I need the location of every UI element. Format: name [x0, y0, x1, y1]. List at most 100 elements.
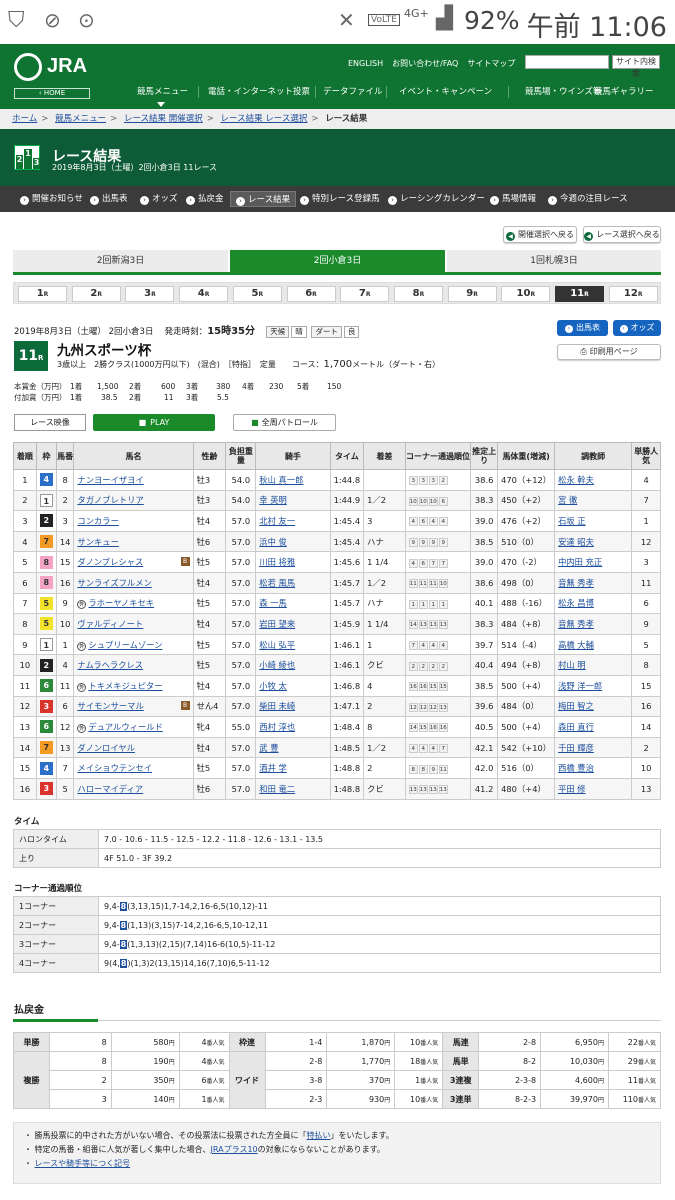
jockey-link[interactable]: 西村 淳也 [259, 722, 295, 732]
breadcrumb-race-select[interactable]: レース結果 レース選択 [221, 114, 308, 124]
race-tab-3[interactable]: 3R [125, 286, 175, 302]
trainer-link[interactable]: 音無 秀孝 [558, 578, 594, 588]
race-tab-8[interactable]: 8R [393, 286, 443, 302]
horse-name-link[interactable]: ナムラヘラクレス [77, 660, 143, 670]
race-tab-11[interactable]: 11R [555, 286, 604, 302]
trainer-link[interactable]: 平田 修 [558, 784, 586, 794]
trainer-link[interactable]: 千田 輝彦 [558, 743, 594, 753]
horse-name-link[interactable]: サンライズフルメン [77, 578, 151, 588]
nav-keiba-menu[interactable]: 競馬メニュー [137, 85, 188, 97]
faq-link[interactable]: お問い合わせ/FAQ [392, 59, 458, 68]
trainer-link[interactable]: 松永 昌博 [558, 598, 594, 608]
jockey-link[interactable]: 松山 弘平 [259, 640, 295, 650]
subnav-shutuba[interactable]: › 出馬表 [90, 191, 128, 207]
race-tab-7[interactable]: 7R [340, 286, 390, 302]
jockey-link[interactable]: 小牧 太 [259, 681, 287, 691]
horse-name-link[interactable]: ヴァルディノート [77, 619, 143, 629]
patrol-button[interactable]: ■ 全周パトロール [233, 414, 336, 431]
nav-datafile[interactable]: データファイル [323, 85, 383, 97]
nav-gallery[interactable]: 競馬ギャラリー [594, 85, 654, 97]
horse-name-link[interactable]: トキメキジュピター [88, 681, 162, 691]
trainer-link[interactable]: 高橋 大輔 [558, 640, 594, 650]
jockey-link[interactable]: 小崎 綾也 [259, 660, 295, 670]
search-input[interactable] [525, 55, 609, 69]
horse-name-link[interactable]: メイショウテンセイ [77, 763, 152, 773]
subnav-special[interactable]: › 特別レース登録馬 [300, 191, 380, 207]
jra-logo[interactable]: JRA [14, 53, 90, 81]
horse-name-link[interactable]: デュアルウィールド [88, 722, 162, 732]
race-tab-4[interactable]: 4R [179, 286, 229, 302]
trainer-link[interactable]: 宮 徹 [558, 495, 577, 505]
horse-name-link[interactable]: サイモンサーマル [77, 701, 143, 711]
trainer-link[interactable]: 梅田 智之 [558, 701, 594, 711]
jockey-link[interactable]: 川田 将雅 [259, 557, 295, 567]
shutuba-button[interactable]: › 出馬表 [557, 320, 608, 336]
play-button[interactable]: ■ PLAY [93, 414, 215, 431]
race-tab-12[interactable]: 12R [608, 286, 658, 302]
print-button[interactable]: ⎙ 印刷用ページ [557, 344, 661, 360]
horse-name-link[interactable]: ダノンロイヤル [77, 743, 135, 753]
subnav-notice[interactable]: › 開催お知らせ [20, 191, 83, 207]
jockey-link[interactable]: 武 豊 [259, 743, 278, 753]
race-tab-9[interactable]: 9R [447, 286, 497, 302]
race-tab-2[interactable]: 2R [71, 286, 121, 302]
trainer-link[interactable]: 安達 昭夫 [558, 537, 594, 547]
nav-vote[interactable]: 電話・インターネット投票 [208, 85, 310, 97]
jockey-link[interactable]: 岩田 望来 [259, 619, 295, 629]
subnav-track[interactable]: › 馬場情報 [490, 191, 536, 207]
race-tab-5[interactable]: 5R [232, 286, 282, 302]
venue-tab-sapporo[interactable]: 1回札幌3日 [447, 250, 661, 272]
jockey-link[interactable]: 浜中 俊 [259, 537, 287, 547]
trainer-link[interactable]: 松永 幹夫 [558, 475, 594, 485]
trainer-link[interactable]: 中内田 充正 [558, 557, 602, 567]
subnav-featured[interactable]: › 今週の注目レース [548, 191, 628, 207]
jockey-link[interactable]: 和田 竜二 [259, 784, 295, 794]
race-tab-1[interactable]: 1R [18, 286, 67, 302]
nav-racecourse[interactable]: 競馬場・ウインズ等 [525, 85, 601, 97]
venue-tab-niigata[interactable]: 2回新潟3日 [13, 250, 228, 272]
horse-name-link[interactable]: ハローマイディア [77, 784, 143, 794]
breadcrumb-menu[interactable]: 競馬メニュー [55, 114, 106, 124]
subnav-odds[interactable]: › オッズ [140, 191, 178, 207]
sitemap-link[interactable]: サイトマップ [467, 59, 515, 68]
horse-name-link[interactable]: ラホーヤノキセキ [88, 598, 154, 608]
nav-event[interactable]: イベント・キャンペーン [399, 85, 492, 97]
jockey-link[interactable]: 酒井 学 [259, 763, 287, 773]
odds-button[interactable]: › オッズ [613, 320, 661, 336]
race-tab-10[interactable]: 10R [501, 286, 551, 302]
jockey-link[interactable]: 森 一馬 [259, 598, 287, 608]
trainer-link[interactable]: 森田 直行 [558, 722, 594, 732]
english-link[interactable]: ENGLISH [348, 59, 383, 68]
jockey-link[interactable]: 秋山 真一郎 [259, 475, 303, 485]
subnav-payout[interactable]: › 払戻金 [186, 191, 224, 207]
jockey-link[interactable]: 柴田 未崎 [259, 701, 295, 711]
jockey-link[interactable]: 北村 友一 [259, 516, 295, 526]
subnav-calendar[interactable]: › レーシングカレンダー [388, 191, 485, 207]
home-button[interactable]: ‹ HOME [14, 88, 90, 99]
breadcrumb-venue-select[interactable]: レース結果 開催選択 [124, 114, 203, 124]
back-to-venue-button[interactable]: ◀ 開催選択へ戻る [503, 226, 577, 243]
jra-plus10-link[interactable]: JRAプラス10 [211, 1145, 258, 1154]
trainer-link[interactable]: 西橋 豊治 [558, 763, 594, 773]
horse-name-link[interactable]: タガノブレトリア [77, 495, 143, 505]
race-tab-6[interactable]: 6R [286, 286, 336, 302]
trainer-link[interactable]: 石坂 正 [558, 516, 586, 526]
horse-name-link[interactable]: シュプリームゾーン [88, 640, 162, 650]
payout-combination: 8 [48, 1051, 112, 1071]
jockey-link[interactable]: 松若 風馬 [259, 578, 295, 588]
horse-name-link[interactable]: ナンヨーイザヨイ [77, 475, 143, 485]
horse-name-link[interactable]: コンカラー [77, 516, 119, 526]
trainer-link[interactable]: 浅野 洋一郎 [558, 681, 602, 691]
horse-name-link[interactable]: ダノンブレシャス [77, 557, 143, 567]
search-button[interactable]: サイト内検索 [612, 55, 660, 78]
back-to-race-button[interactable]: ◀ レース選択へ戻る [583, 226, 661, 243]
breadcrumb-home[interactable]: ホーム [12, 114, 37, 124]
subnav-result[interactable]: › レース結果 [230, 191, 297, 207]
trainer-link[interactable]: 村山 明 [558, 660, 586, 670]
symbols-link[interactable]: レースや騎手等につく記号 [35, 1159, 131, 1168]
venue-tab-kokura[interactable]: 2回小倉3日 [230, 250, 445, 272]
horse-name-link[interactable]: サンキュー [77, 537, 119, 547]
special-payout-link[interactable]: 特払い [307, 1131, 331, 1140]
trainer-link[interactable]: 音無 秀孝 [558, 619, 594, 629]
jockey-link[interactable]: 幸 英明 [259, 495, 287, 505]
